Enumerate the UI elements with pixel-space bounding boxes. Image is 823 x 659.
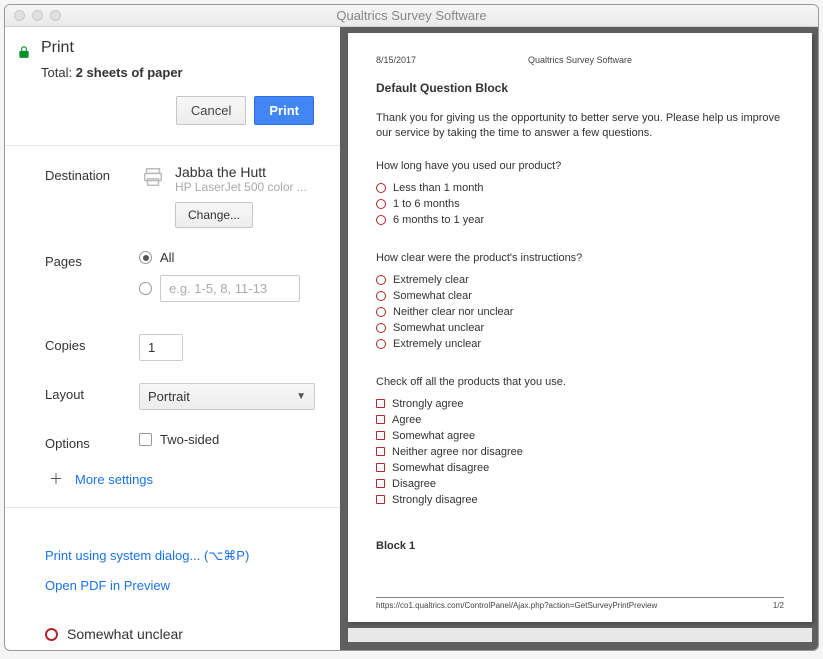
preview-q1-text: How long have you used our product? bbox=[376, 160, 784, 172]
layout-label: Layout bbox=[45, 383, 139, 402]
pages-range-radio[interactable] bbox=[139, 275, 330, 302]
checkbox-icon bbox=[376, 463, 385, 472]
destination-name: Jabba the Hutt bbox=[175, 164, 307, 180]
radio-icon bbox=[376, 323, 386, 333]
window-title: Qualtrics Survey Software bbox=[5, 8, 818, 23]
radio-icon bbox=[376, 291, 386, 301]
background-survey-option: Somewhat unclear bbox=[45, 626, 183, 642]
chevron-down-icon: ▼ bbox=[296, 391, 306, 402]
print-button[interactable]: Print bbox=[254, 96, 314, 125]
layout-select[interactable]: Portrait ▼ bbox=[139, 383, 315, 410]
pages-all-radio[interactable]: All bbox=[139, 250, 330, 265]
pages-all-label: All bbox=[160, 250, 174, 265]
destination-label: Destination bbox=[45, 164, 139, 183]
separator bbox=[5, 145, 340, 146]
checkbox-icon bbox=[376, 447, 385, 456]
print-heading: Print bbox=[41, 39, 320, 57]
total-prefix: Total: bbox=[41, 65, 76, 80]
destination-sub: HP LaserJet 500 color ... bbox=[175, 180, 307, 194]
radio-icon bbox=[376, 183, 386, 193]
background-option-label: Somewhat unclear bbox=[67, 626, 183, 642]
radio-icon bbox=[139, 251, 152, 264]
preview-intro: Thank you for giving us the opportunity … bbox=[376, 111, 784, 142]
radio-icon bbox=[376, 215, 386, 225]
print-preview-area: 8/15/2017 Qualtrics Survey Software Defa… bbox=[340, 27, 818, 650]
radio-icon bbox=[45, 628, 58, 641]
checkbox-icon bbox=[376, 431, 385, 440]
preview-page: 8/15/2017 Qualtrics Survey Software Defa… bbox=[348, 33, 812, 622]
preview-date: 8/15/2017 bbox=[376, 55, 416, 65]
print-total: Total: 2 sheets of paper bbox=[41, 65, 320, 80]
preview-q3-text: Check off all the products that you use. bbox=[376, 376, 784, 388]
titlebar: Qualtrics Survey Software bbox=[5, 5, 818, 27]
preview-footer-pagenum: 1/2 bbox=[773, 601, 784, 610]
preview-q2-options: Extremely clear Somewhat clear Neither c… bbox=[376, 274, 784, 354]
preview-q1-options: Less than 1 month 1 to 6 months 6 months… bbox=[376, 182, 784, 230]
lock-icon bbox=[17, 45, 31, 59]
printer-icon bbox=[139, 166, 167, 188]
system-dialog-link[interactable]: Print using system dialog... (⌥⌘P) bbox=[45, 548, 340, 564]
layout-value: Portrait bbox=[148, 389, 190, 404]
checkbox-icon bbox=[376, 479, 385, 488]
copies-input[interactable] bbox=[139, 334, 183, 361]
checkbox-icon bbox=[139, 433, 152, 446]
radio-icon bbox=[376, 339, 386, 349]
preview-q3-options: Strongly agree Agree Somewhat agree Neit… bbox=[376, 398, 784, 510]
pages-range-input[interactable] bbox=[160, 275, 300, 302]
pages-label: Pages bbox=[45, 250, 139, 269]
preview-block-title: Default Question Block bbox=[376, 81, 784, 95]
print-panel: Print Total: 2 sheets of paper Cancel Pr… bbox=[5, 27, 340, 650]
open-pdf-link[interactable]: Open PDF in Preview bbox=[45, 578, 340, 593]
checkbox-icon bbox=[376, 415, 385, 424]
change-destination-button[interactable]: Change... bbox=[175, 202, 253, 228]
preview-block1: Block 1 bbox=[376, 540, 784, 552]
two-sided-checkbox[interactable]: Two-sided bbox=[139, 432, 330, 447]
total-value: 2 sheets of paper bbox=[76, 65, 183, 80]
copies-label: Copies bbox=[45, 334, 139, 353]
checkbox-icon bbox=[376, 495, 385, 504]
preview-doc-title-small: Qualtrics Survey Software bbox=[528, 55, 632, 65]
preview-q2-text: How clear were the product's instruction… bbox=[376, 252, 784, 264]
separator bbox=[5, 507, 340, 508]
more-settings-link[interactable]: More settings bbox=[75, 472, 153, 487]
preview-footer-url: https://co1.qualtrics.com/ControlPanel/A… bbox=[376, 601, 657, 610]
checkbox-icon bbox=[376, 399, 385, 408]
cancel-button[interactable]: Cancel bbox=[176, 96, 246, 125]
radio-icon bbox=[139, 282, 152, 295]
browser-window: Qualtrics Survey Software Print Total: 2… bbox=[4, 4, 819, 651]
plus-icon: ＋ bbox=[49, 469, 63, 489]
preview-scroll-gap bbox=[348, 628, 812, 642]
options-label: Options bbox=[45, 432, 139, 451]
radio-icon bbox=[376, 199, 386, 209]
two-sided-label: Two-sided bbox=[160, 432, 219, 447]
radio-icon bbox=[376, 275, 386, 285]
radio-icon bbox=[376, 307, 386, 317]
